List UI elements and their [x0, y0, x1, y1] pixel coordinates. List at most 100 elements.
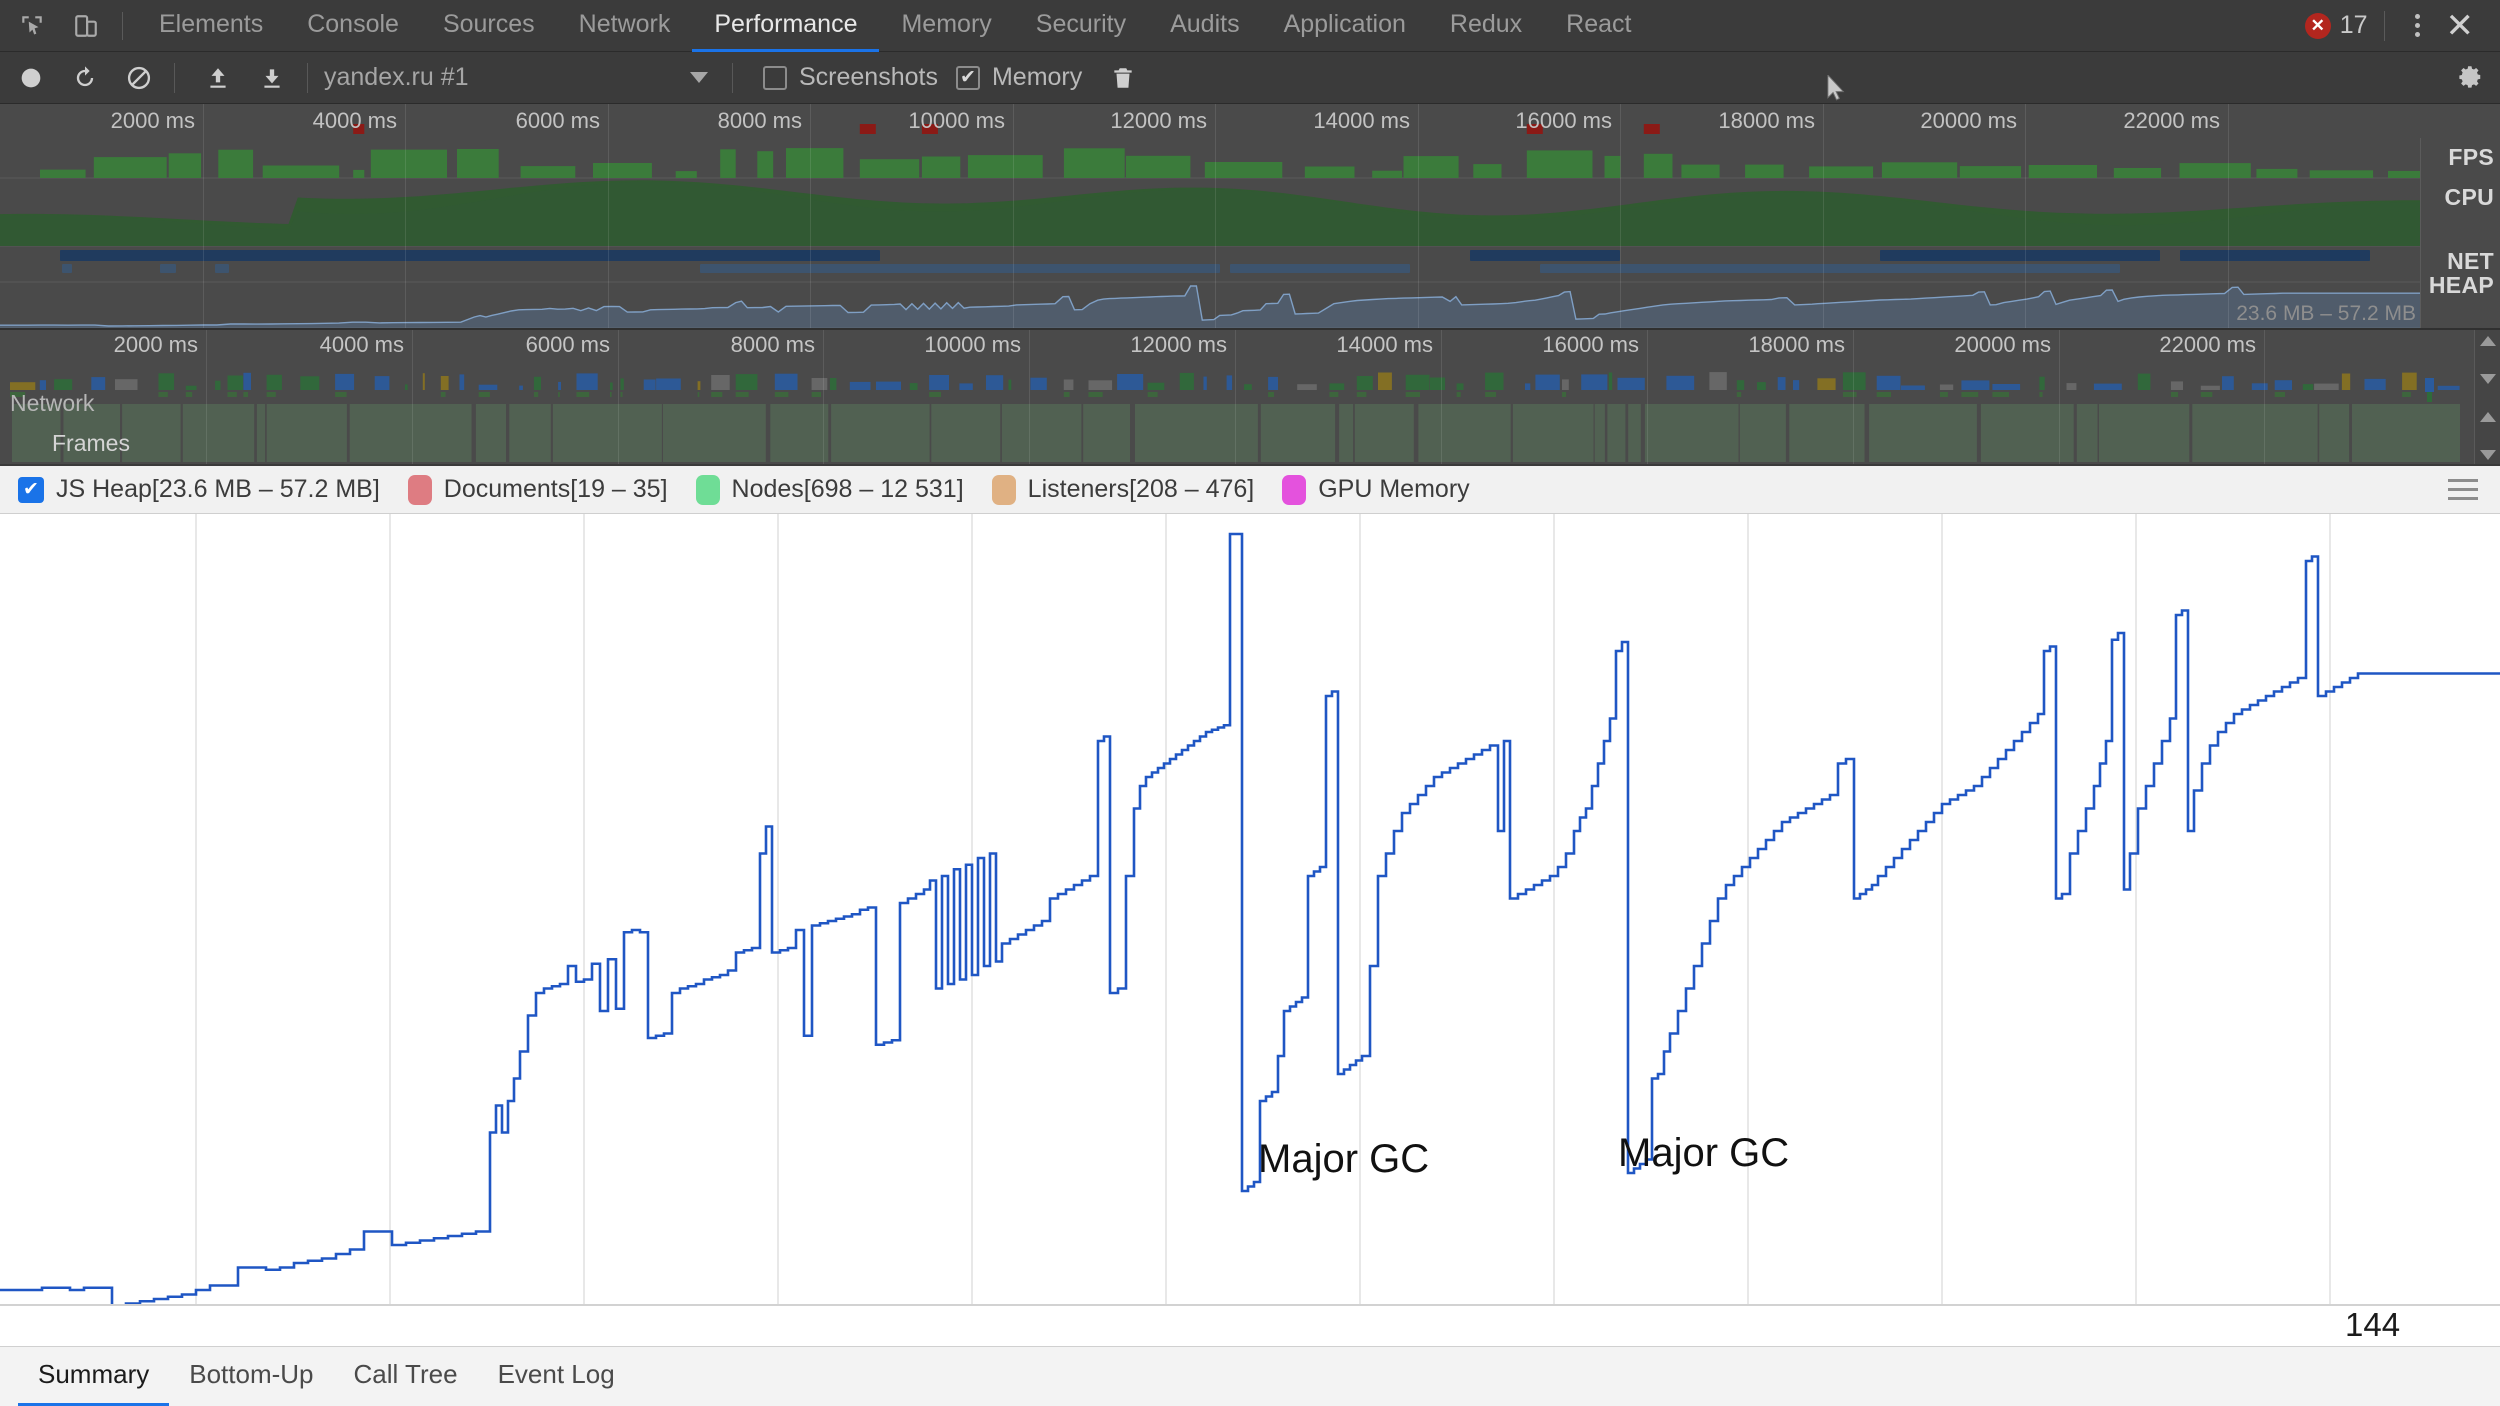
legend-checkbox[interactable]: ✔ — [18, 476, 44, 503]
legend-swatch — [407, 474, 432, 505]
toolbar-divider-1 — [174, 62, 175, 93]
error-count-badge[interactable]: ✕ 17 — [2304, 11, 2368, 40]
legend-item-nodes[interactable]: Nodes[698 – 12 531] — [695, 474, 964, 505]
overview-tick-label: 14000 ms — [1313, 108, 1410, 133]
recording-select[interactable]: yandex.ru #1 — [320, 55, 720, 101]
scroll-up-arrow-icon[interactable] — [2479, 336, 2496, 346]
legend-item-gpu-memory[interactable]: GPU Memory — [1282, 474, 1470, 505]
overview-label-fps: FPS — [2448, 144, 2494, 170]
tab-label: Performance — [714, 9, 858, 38]
tab-react[interactable]: React — [1544, 0, 1653, 52]
detail-tick-label: 14000 ms — [1336, 332, 1433, 357]
scroll-down-arrow-icon[interactable] — [2479, 450, 2496, 460]
overview-tick-label: 4000 ms — [312, 108, 397, 133]
tab-elements[interactable]: Elements — [137, 0, 285, 52]
recording-select-value: yandex.ru #1 — [324, 63, 469, 91]
detail-tick — [2264, 330, 2265, 464]
memory-legend-bar: ✔ JS Heap[23.6 MB – 57.2 MB] Documents[1… — [0, 464, 2500, 514]
clear-recording-icon[interactable] — [116, 55, 162, 101]
tab-audits[interactable]: Audits — [1148, 0, 1261, 52]
checkbox-box — [763, 65, 787, 90]
tab-security[interactable]: Security — [1014, 0, 1148, 52]
detail-tick — [206, 330, 207, 464]
inspect-element-icon[interactable] — [10, 4, 54, 48]
legend-label: Listeners[208 – 476] — [1027, 475, 1255, 503]
overview-tick — [810, 104, 811, 328]
tab-bottom-up[interactable]: Bottom-Up — [169, 1347, 333, 1406]
trash-icon[interactable] — [1100, 55, 1146, 101]
legend-swatch — [991, 474, 1016, 505]
tab-performance[interactable]: Performance — [692, 0, 880, 52]
detail-tick-label: 22000 ms — [2159, 332, 2256, 357]
chevron-down-icon — [690, 72, 708, 83]
overview-tick — [2228, 104, 2229, 328]
tab-memory[interactable]: Memory — [879, 0, 1013, 52]
hamburger-menu-icon[interactable] — [2448, 479, 2478, 500]
overview-tick — [2025, 104, 2026, 328]
gear-icon[interactable] — [2454, 60, 2484, 95]
detail-tick — [1441, 330, 1442, 464]
legend-swatch — [695, 474, 720, 505]
detail-tick — [618, 330, 619, 464]
flame-chart-pane[interactable]: 2000 ms 4000 ms 6000 ms 8000 ms 10000 ms 1200… — [0, 328, 2500, 464]
tabbar-right-divider — [2383, 10, 2385, 41]
detail-tick — [1235, 330, 1236, 464]
overview-label-net: NET — [2447, 248, 2494, 274]
tab-label: Network — [578, 9, 671, 38]
tab-application[interactable]: Application — [1262, 0, 1428, 52]
chart-value-readout: 144 — [2345, 1306, 2401, 1343]
load-profile-icon[interactable] — [195, 55, 241, 101]
tab-network[interactable]: Network — [557, 0, 693, 52]
overview-tick — [203, 104, 204, 328]
js-heap-chart[interactable] — [0, 514, 2500, 1304]
tab-label: Application — [1283, 9, 1406, 38]
detail-scrollbar[interactable] — [2474, 330, 2500, 464]
annotation-major-gc-1: Major GC — [1258, 1137, 1430, 1181]
tab-sources[interactable]: Sources — [421, 0, 557, 52]
overview-tick — [608, 104, 609, 328]
memory-checkbox[interactable]: ✔ Memory — [955, 63, 1083, 92]
legend-item-js-heap[interactable]: ✔ JS Heap[23.6 MB – 57.2 MB] — [18, 475, 380, 504]
legend-label: Documents[19 – 35] — [443, 475, 668, 503]
timeline-overview[interactable]: 2000 ms 4000 ms 6000 ms 8000 ms 10000 ms 1200… — [0, 104, 2500, 328]
tab-label: Call Tree — [353, 1359, 458, 1389]
detail-tick — [412, 330, 413, 464]
screenshots-checkbox[interactable]: Screenshots — [763, 63, 938, 92]
overview-tick — [1013, 104, 1014, 328]
detail-tick-label: 12000 ms — [1130, 332, 1227, 357]
close-icon[interactable]: ✕ — [2434, 9, 2487, 43]
overview-tick-label: 18000 ms — [1718, 108, 1815, 133]
legend-item-documents[interactable]: Documents[19 – 35] — [407, 474, 668, 505]
tabbar-divider — [122, 11, 123, 40]
tab-event-log[interactable]: Event Log — [478, 1347, 635, 1406]
tab-label: Memory — [901, 9, 992, 38]
detail-tick — [823, 330, 824, 464]
memory-label: Memory — [991, 63, 1083, 91]
chart-baseline — [0, 1304, 2500, 1306]
tab-summary[interactable]: Summary — [18, 1347, 170, 1406]
detail-tick-label: 18000 ms — [1748, 332, 1845, 357]
overview-heap-range: 23.6 MB – 57.2 MB — [2236, 302, 2416, 325]
tab-console[interactable]: Console — [285, 0, 421, 52]
detail-tick-label: 6000 ms — [525, 332, 610, 357]
track-label-network: Network — [10, 390, 95, 416]
scroll-up-arrow-icon[interactable] — [2479, 412, 2496, 422]
overview-tick — [405, 104, 406, 328]
legend-label: GPU Memory — [1318, 475, 1470, 503]
tab-redux[interactable]: Redux — [1428, 0, 1544, 52]
scroll-down-arrow-icon[interactable] — [2479, 374, 2496, 384]
reload-and-record-icon[interactable] — [62, 55, 108, 101]
devtools-tab-bar: Elements Console Sources Network Perform… — [0, 0, 2500, 52]
details-tab-bar: Summary Bottom-Up Call Tree Event Log — [0, 1346, 2500, 1406]
device-toolbar-icon[interactable] — [64, 4, 108, 48]
tab-label: Console — [307, 9, 399, 38]
record-circle-icon[interactable] — [8, 55, 54, 101]
overview-tick-label: 2000 ms — [110, 108, 195, 133]
legend-item-listeners[interactable]: Listeners[208 – 476] — [991, 474, 1255, 505]
tab-label: Bottom-Up — [189, 1359, 314, 1389]
track-label-frames: Frames — [52, 430, 130, 456]
kebab-menu-icon[interactable] — [2401, 14, 2434, 37]
save-profile-icon[interactable] — [249, 55, 295, 101]
tab-call-tree[interactable]: Call Tree — [334, 1347, 478, 1406]
tab-label: Sources — [442, 9, 535, 38]
